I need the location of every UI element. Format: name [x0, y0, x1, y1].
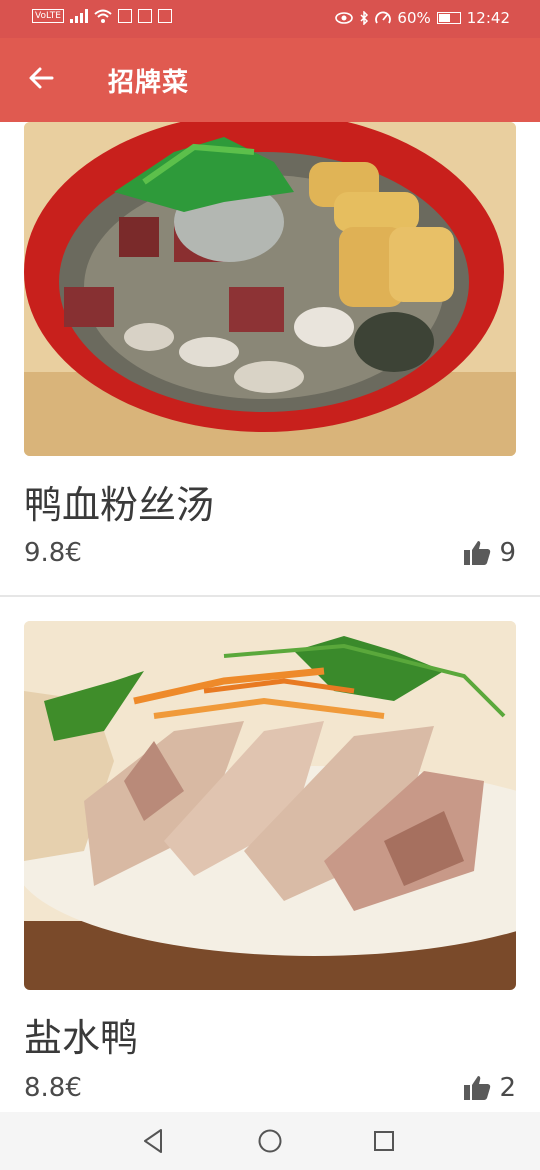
- upload-icon: [157, 9, 172, 23]
- like-counter[interactable]: 2: [463, 1073, 516, 1103]
- duck-blood-soup-photo: [24, 122, 516, 456]
- nav-back-button[interactable]: [136, 1124, 170, 1158]
- status-right: 60% 12:42: [335, 9, 510, 27]
- speed-icon: [375, 11, 392, 24]
- eye-icon: [335, 12, 354, 24]
- dish-list[interactable]: 鸭血粉丝汤 9.8€ 9 盐水鸭 8.8€ 2: [0, 122, 540, 1112]
- arrow-left-icon: [29, 67, 54, 89]
- dish-name: 盐水鸭: [24, 1016, 139, 1060]
- dish-name: 鸭血粉丝汤: [24, 483, 215, 527]
- triangle-back-icon: [144, 1129, 162, 1153]
- status-left: VoLTE: [32, 9, 172, 23]
- clock: 12:42: [466, 9, 510, 27]
- dish-image[interactable]: [24, 621, 516, 990]
- bluetooth-icon: [360, 11, 369, 25]
- mail-icon: [137, 9, 152, 23]
- volte-icon: VoLTE: [32, 9, 64, 23]
- like-count: 2: [499, 1073, 516, 1103]
- system-nav-bar: [0, 1112, 540, 1170]
- salted-duck-photo: [24, 621, 516, 990]
- dish-image[interactable]: [24, 122, 516, 456]
- thumbs-up-icon: [464, 541, 491, 565]
- wifi-icon: [94, 9, 112, 23]
- battery-percent: 60%: [397, 9, 431, 27]
- like-counter[interactable]: 9: [463, 538, 516, 568]
- dish-price: 8.8€: [24, 1073, 82, 1103]
- nav-home-button[interactable]: [253, 1124, 287, 1158]
- circle-home-icon: [258, 1129, 282, 1153]
- signal-icon: [69, 9, 88, 23]
- app-notification-icon: [117, 9, 132, 23]
- dish-card[interactable]: 盐水鸭 8.8€ 2: [0, 597, 540, 1112]
- dish-price: 9.8€: [24, 538, 82, 568]
- app-bar: 招牌菜: [0, 38, 540, 122]
- square-recents-icon: [374, 1131, 394, 1151]
- dish-card[interactable]: 鸭血粉丝汤 9.8€ 9: [0, 122, 540, 596]
- battery-level: [438, 14, 451, 22]
- nav-recents-button[interactable]: [367, 1124, 401, 1158]
- back-button[interactable]: [22, 58, 62, 98]
- thumbs-up-icon: [464, 1076, 491, 1100]
- like-count: 9: [499, 538, 516, 568]
- status-bar: VoLTE 60% 12:42: [0, 0, 540, 38]
- battery-icon: [436, 12, 461, 24]
- page-title: 招牌菜: [108, 68, 190, 98]
